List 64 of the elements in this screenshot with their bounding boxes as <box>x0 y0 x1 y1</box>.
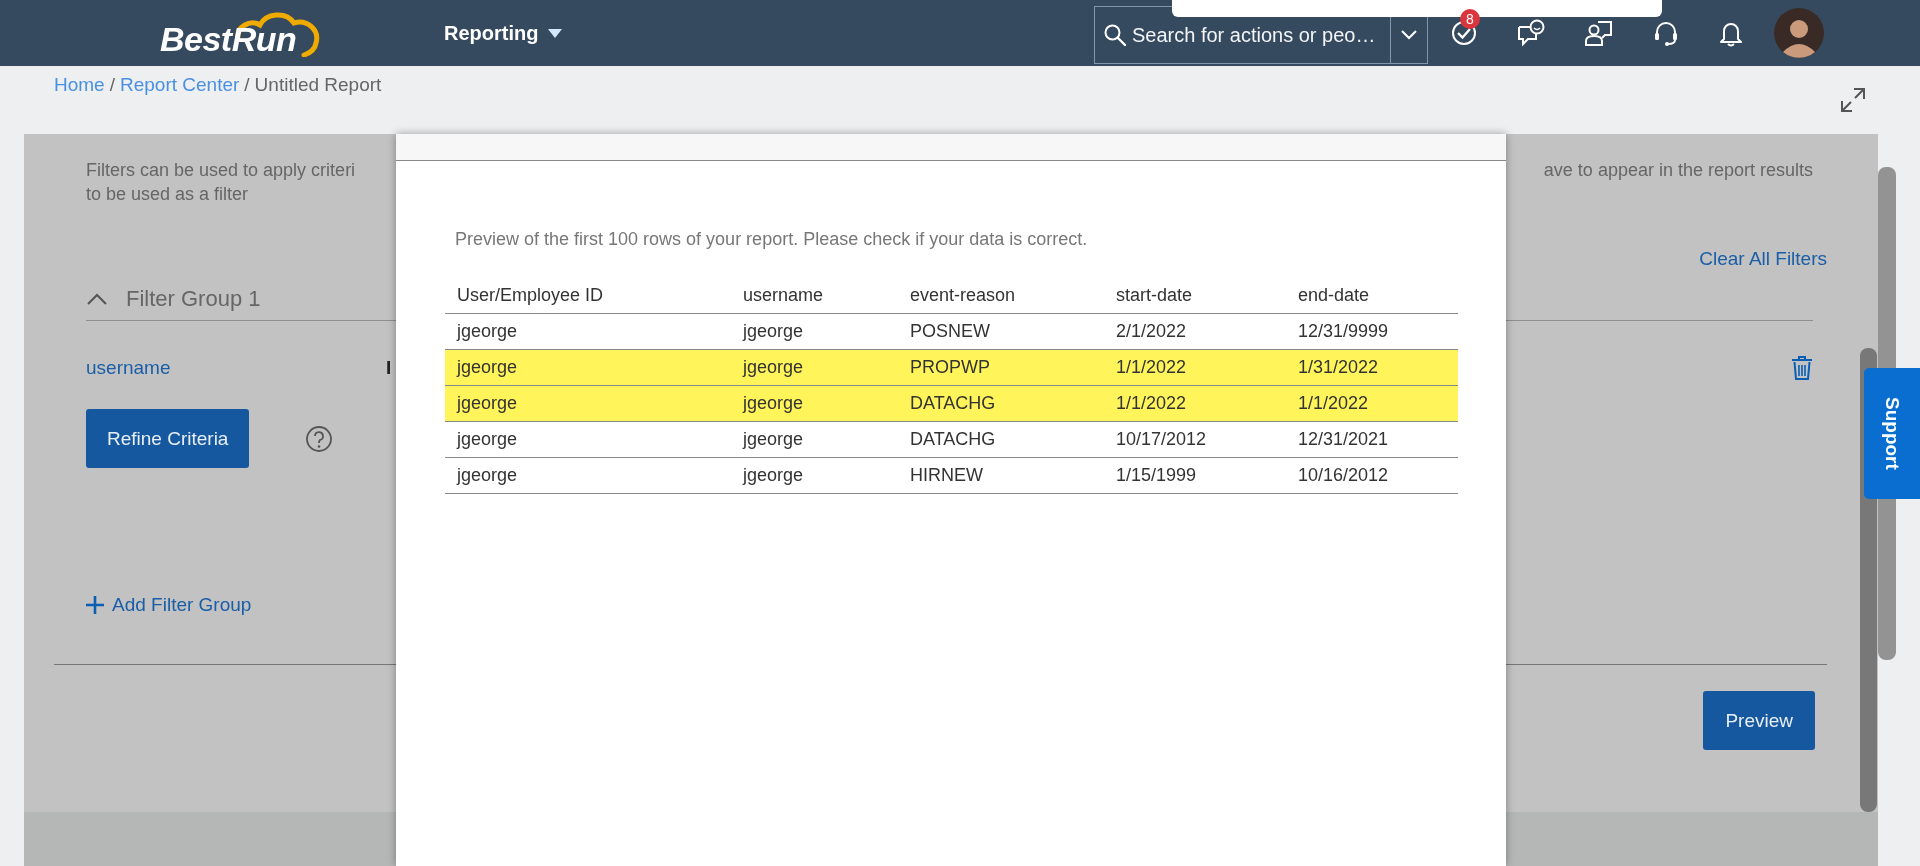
column-header: username <box>742 285 825 306</box>
table-cell-text: DATACHG <box>909 429 997 450</box>
table-cell-text: 2/1/2022 <box>1115 321 1188 342</box>
column-header: User/Employee ID <box>456 285 605 306</box>
table-cell-text: PROPWP <box>909 357 991 378</box>
trash-icon[interactable] <box>1791 355 1813 381</box>
column-header: start-date <box>1115 285 1194 306</box>
table-cell-text: jgeorge <box>741 465 805 486</box>
table-cell-text: HIRNEW <box>909 465 984 486</box>
add-filter-group-link[interactable]: Add Filter Group <box>86 594 252 616</box>
help-icon[interactable] <box>305 424 334 453</box>
table-cell-text: 1/31/2022 <box>1297 357 1380 378</box>
notification-badge: 8 <box>1460 9 1480 29</box>
headset-icon[interactable] <box>1652 19 1680 47</box>
table-cell-text: jgeorge <box>741 357 805 378</box>
logo-text[interactable]: BestRun <box>160 19 297 61</box>
breadcrumb-link[interactable]: Report Center <box>119 74 240 96</box>
plus-icon <box>86 596 104 614</box>
caret-icon <box>548 28 563 38</box>
operator-text: I <box>386 357 392 379</box>
table-cell-text: jgeorge <box>455 393 519 414</box>
clear-filters-link[interactable]: Clear All Filters <box>1699 248 1827 270</box>
chevron-up-icon[interactable] <box>86 292 108 306</box>
table-cell-text: jgeorge <box>455 321 519 342</box>
table-cell-text: jgeorge <box>741 429 805 450</box>
table-cell-text: jgeorge <box>741 321 805 342</box>
group-title: Filter Group 1 <box>126 286 261 312</box>
table-cell-text: 1/1/2022 <box>1115 357 1188 378</box>
preview-button[interactable]: Preview <box>1703 691 1815 750</box>
chevron-down-icon[interactable] <box>1400 29 1418 41</box>
table-cell-text: jgeorge <box>455 357 519 378</box>
search-field[interactable]: Search for actions or peo… <box>1127 23 1390 47</box>
table-cell-text: jgeorge <box>741 393 805 414</box>
refine-criteria-button[interactable]: Refine Criteria <box>86 409 250 468</box>
support-tab[interactable]: Support <box>1864 368 1920 499</box>
column-header: end-date <box>1297 285 1371 306</box>
description-text: Filters can be used to apply criteri <box>86 159 356 182</box>
search-bar[interactable]: Search for actions or peo… <box>1094 6 1428 64</box>
table-cell-text: 1/1/2022 <box>1115 393 1188 414</box>
table-cell-text: 10/17/2012 <box>1115 429 1208 450</box>
table-cell-text: 12/31/9999 <box>1297 321 1390 342</box>
table-cell-text: jgeorge <box>455 429 519 450</box>
people-icon[interactable] <box>1584 19 1614 47</box>
table-cell-text: POSNEW <box>909 321 991 342</box>
breadcrumb-separator: / <box>244 74 250 96</box>
chat-bubble-icon[interactable] <box>1516 19 1546 47</box>
breadcrumb-separator: / <box>109 74 115 96</box>
avatar-icon[interactable] <box>1774 8 1824 58</box>
table-cell-text: 10/16/2012 <box>1297 465 1390 486</box>
preview-message: Preview of the first 100 rows of your report. Please check if your data is correct. <box>455 229 1089 250</box>
module-menu[interactable]: Reporting <box>440 17 567 49</box>
table-cell-text: DATACHG <box>909 393 997 414</box>
description-text: ave to appear in the report results <box>1543 159 1813 182</box>
column-header: event-reason <box>909 285 1017 306</box>
expand-icon[interactable] <box>1840 87 1866 113</box>
filter-field-link[interactable]: username <box>86 357 386 379</box>
breadcrumb-link[interactable]: Home <box>54 74 105 96</box>
description-text: to be used as a filter <box>86 183 250 206</box>
search-icon[interactable] <box>1103 23 1127 47</box>
table-cell-text: 12/31/2021 <box>1297 429 1390 450</box>
table-cell-text: 1/1/2022 <box>1297 393 1370 414</box>
breadcrumb-current: Untitled Report <box>254 74 382 96</box>
table-cell-text: jgeorge <box>455 465 519 486</box>
table-cell-text: 1/15/1999 <box>1115 465 1198 486</box>
